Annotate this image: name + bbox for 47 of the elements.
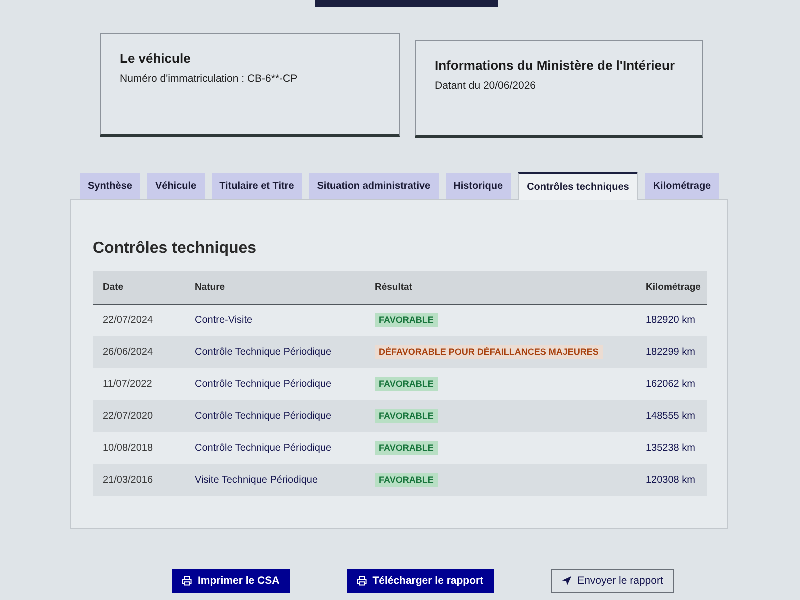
card-title: Le véhicule — [120, 51, 192, 66]
column-header: Nature — [185, 271, 365, 304]
action-button[interactable]: Envoyer le rapport — [550, 569, 674, 593]
registration-text: Numéro d'immatriculation : CB-6**-CP — [120, 73, 299, 85]
table-cell: Contrôle Technique Périodique — [185, 432, 365, 464]
column-header: Kilométrage — [636, 271, 707, 304]
tab[interactable]: Contrôles techniques — [518, 172, 638, 200]
tab[interactable]: Historique — [446, 173, 512, 199]
action-button[interactable]: Imprimer le CSA — [172, 569, 290, 593]
table-cell: Contrôle Technique Périodique — [185, 368, 365, 400]
table-cell: 148555 km — [636, 400, 707, 432]
table-cell: 182920 km — [636, 304, 707, 336]
card-title: Informations du Ministère de l'Intérieur — [435, 58, 676, 73]
tab[interactable]: Véhicule — [147, 173, 205, 199]
status-badge: FAVORABLE — [375, 408, 438, 422]
printer-icon — [182, 576, 192, 586]
table-cell: Visite Technique Périodique — [185, 464, 365, 496]
table-cell: Contrôle Technique Périodique — [185, 336, 365, 368]
date-text: Datant du 20/06/2026 — [435, 80, 538, 92]
table-cell: 22/07/2024 — [93, 304, 185, 336]
table-cell: 26/06/2024 — [93, 336, 185, 368]
table-cell: 21/03/2016 — [93, 464, 185, 496]
column-header: Résultat — [365, 271, 636, 304]
panel-title: Contrôles techniques — [93, 240, 258, 258]
send-icon — [562, 576, 572, 586]
table-cell: 120308 km — [636, 464, 707, 496]
partial-button[interactable] — [315, 0, 498, 7]
table-cell: 182299 km — [636, 336, 707, 368]
status-badge: FAVORABLE — [375, 472, 438, 486]
status-badge: DÉFAVORABLE POUR DÉFAILLANCES MAJEURES — [375, 344, 603, 358]
tab[interactable]: Situation administrative — [309, 173, 439, 199]
table-cell: Contre-Visite — [185, 304, 365, 336]
table-cell: 22/07/2020 — [93, 400, 185, 432]
tab[interactable]: Titulaire et Titre — [212, 173, 302, 199]
table-cell: 135238 km — [636, 432, 707, 464]
table-cell: 10/08/2018 — [93, 432, 185, 464]
table-cell: 11/07/2022 — [93, 368, 185, 400]
status-badge: FAVORABLE — [375, 440, 438, 454]
column-header: Date — [93, 271, 185, 304]
tab[interactable]: Synthèse — [80, 173, 140, 199]
action-button[interactable]: Télécharger le rapport — [346, 569, 494, 593]
table-cell: 162062 km — [636, 368, 707, 400]
printer-icon — [356, 576, 367, 586]
status-badge: FAVORABLE — [375, 312, 438, 327]
table-cell: Contrôle Technique Périodique — [185, 400, 365, 432]
tab[interactable]: Kilométrage — [645, 173, 720, 199]
status-badge: FAVORABLE — [375, 376, 438, 390]
